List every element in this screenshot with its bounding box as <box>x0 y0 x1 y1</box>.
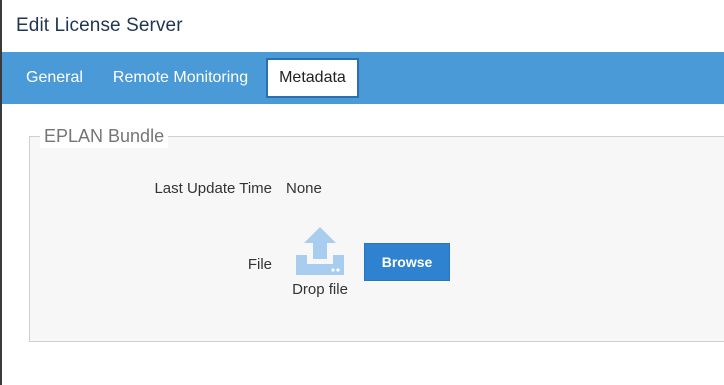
drop-file-text: Drop file <box>292 281 348 298</box>
tab-content: EPLAN Bundle Last Update Time None File … <box>2 104 724 385</box>
file-label: File <box>247 256 272 273</box>
last-update-time-value: None <box>286 180 322 197</box>
fieldset-legend: EPLAN Bundle <box>40 124 169 148</box>
tab-general[interactable]: General <box>16 60 93 96</box>
eplan-bundle-fieldset: EPLAN Bundle Last Update Time None File … <box>29 124 724 342</box>
tab-metadata-label: Metadata <box>279 69 346 86</box>
last-update-time-label: Last Update Time <box>154 180 272 197</box>
edit-license-server-dialog: Edit License Server General Remote Monit… <box>0 0 724 385</box>
dialog-title: Edit License Server <box>16 15 183 36</box>
tab-bar: General Remote Monitoring Metadata <box>2 52 724 104</box>
tab-remote-monitoring[interactable]: Remote Monitoring <box>103 60 258 96</box>
tab-remote-monitoring-label: Remote Monitoring <box>112 69 249 86</box>
browse-button[interactable]: Browse <box>364 243 450 281</box>
dialog-header: Edit License Server <box>2 0 724 52</box>
upload-icon <box>296 227 344 275</box>
tab-metadata[interactable]: Metadata <box>266 58 359 98</box>
file-drop-zone[interactable]: Drop file <box>284 225 356 305</box>
tab-general-label: General <box>26 69 83 86</box>
